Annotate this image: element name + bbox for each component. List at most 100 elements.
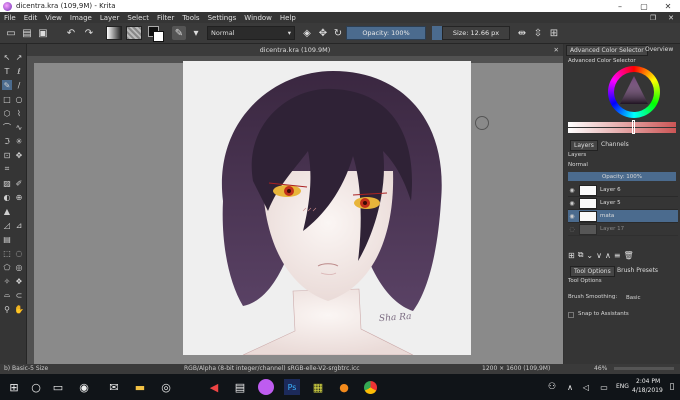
colorize-mask-icon[interactable]: ◐ [2,192,12,202]
notification-icon[interactable]: ▯ [664,379,680,395]
dynamic-brush-icon[interactable]: ℑ [2,136,12,146]
mail-icon[interactable]: ✉ [106,379,122,395]
move-down-icon[interactable]: ∨ [596,251,602,260]
add-layer-icon[interactable]: ⊞ [568,251,575,260]
gradient-selector[interactable] [106,26,122,40]
brush-dropdown-icon[interactable]: ▾ [189,26,203,40]
preserve-alpha-icon[interactable]: ✥ [316,26,330,40]
reference-images-icon[interactable]: ▤ [2,234,12,244]
color-history-bar-top[interactable] [568,122,676,127]
polygon-tool-icon[interactable]: ⬡ [2,108,12,118]
layer-opacity-slider[interactable]: Opacity: 100% [568,172,676,181]
move-up-icon[interactable]: ∧ [605,251,611,260]
assistant-tool-icon[interactable]: ◿ [2,220,12,230]
visibility-eye-icon[interactable]: ◉ [568,187,576,194]
layer-properties-icon[interactable]: ≡ [614,251,621,260]
windows-start-icon[interactable]: ⊞ [6,379,22,395]
color-picker-icon[interactable]: ✐ [14,178,24,188]
magnetic-selection-icon[interactable]: ⊂ [14,290,24,300]
duplicate-layer-icon[interactable]: ⧉ [578,250,584,260]
file-explorer-icon[interactable]: ▬ [132,379,148,395]
line-tool-icon[interactable]: / [14,80,24,90]
rect-selection-icon[interactable]: ⬚ [2,248,12,258]
input-language[interactable]: ENG [616,383,629,390]
wrap-around-icon[interactable]: ⊞ [547,26,561,40]
tray-chevron-up-icon[interactable]: ∧ [562,379,578,395]
bezier-selection-icon[interactable]: ⌓ [2,290,12,300]
undo-icon[interactable]: ↶ [64,26,78,40]
chrome-icon[interactable] [362,379,378,395]
calligraphy-icon[interactable]: ℓ [14,66,24,76]
layer-row[interactable]: ◉ Layer 5 [568,197,678,210]
search-icon[interactable]: ○ [28,379,44,395]
tab-layers[interactable]: Layers [570,140,598,151]
freehand-path-icon[interactable]: ∿ [14,122,24,132]
store-icon[interactable]: ◎ [158,379,174,395]
open-document-icon[interactable]: ▤ [20,26,34,40]
tab-advanced-color-selector[interactable]: Advanced Color Selector [566,45,648,56]
new-document-icon[interactable]: ▭ [4,26,18,40]
multibrush-icon[interactable]: ✳ [14,136,24,146]
mirror-vertical-icon[interactable]: ⇳ [531,26,545,40]
menu-tools[interactable]: Tools [178,14,203,22]
select-shapes-icon[interactable]: ↖ [2,52,12,62]
bezier-tool-icon[interactable]: ⌒ [2,122,12,132]
color-slider-handle[interactable] [632,120,635,134]
menu-layer[interactable]: Layer [96,14,124,22]
photoshop-icon[interactable]: Ps [284,379,300,395]
layer-blend-mode[interactable]: Normal [568,162,588,168]
saturation-triangle[interactable] [608,66,660,118]
reset-opacity-icon[interactable]: ↻ [331,26,345,40]
contiguous-selection-icon[interactable]: ✧ [2,276,12,286]
ellipse-selection-icon[interactable]: ◌ [14,248,24,258]
edit-shapes-icon[interactable]: ↗ [14,52,24,62]
close-window-button[interactable]: ✕ [656,2,680,11]
blend-mode-dropdown[interactable]: Normal ▾ [207,26,295,40]
text-tool-icon[interactable]: T [2,66,12,76]
network-icon[interactable]: ▭ [596,379,612,395]
menu-window[interactable]: Window [240,14,276,22]
brush-smoothing-dropdown[interactable]: Basic [626,293,674,302]
color-swap-icon[interactable] [148,26,164,42]
tab-tool-options[interactable]: Tool Options [570,266,615,277]
chevron-down-icon[interactable]: ⌄ [586,251,593,260]
visibility-eye-icon[interactable]: ◌ [568,226,576,233]
layer-row[interactable]: ◌ Layer 17 [568,223,678,236]
visibility-eye-icon[interactable]: ◉ [568,200,576,207]
task-view-icon[interactable]: ▭ [50,379,66,395]
notes-icon[interactable]: ▦ [310,379,326,395]
speaker-icon[interactable]: ◁ [578,379,594,395]
menu-view[interactable]: View [41,14,66,22]
tablet-icon[interactable]: ▤ [232,379,248,395]
menu-filter[interactable]: Filter [153,14,178,22]
freehand-selection-icon[interactable]: ◎ [14,262,24,272]
delete-layer-icon[interactable]: 🗑 [624,251,634,260]
erase-mode-icon[interactable]: ◈ [300,26,314,40]
zoom-slider[interactable] [614,367,674,370]
people-icon[interactable]: ⚇ [544,379,560,395]
media-app-icon[interactable]: ● [336,379,352,395]
zoom-tool-icon[interactable]: ⚲ [2,304,12,314]
krita-taskbar-icon[interactable] [258,379,274,395]
fill-tool-icon[interactable]: ▲ [2,206,12,216]
transform-tool-icon[interactable]: ⊡ [2,150,12,160]
hue-ring[interactable] [608,66,660,118]
restore-document-button[interactable]: ❐ [644,14,662,22]
close-document-button[interactable]: ✕ [662,14,680,22]
menu-file[interactable]: File [0,14,20,22]
freehand-brush-icon[interactable]: ✎ [2,80,12,90]
clock-date[interactable]: 4/18/2019 [632,387,663,394]
minimize-button[interactable]: – [608,2,632,11]
menu-edit[interactable]: Edit [20,14,42,22]
document-tab[interactable]: dicentra.kra (109.9M) ✕ [27,44,563,56]
menu-select[interactable]: Select [123,14,153,22]
media-player-icon[interactable]: ◀ [206,379,222,395]
pattern-selector[interactable] [126,26,142,40]
snap-to-assistants-checkbox[interactable] [568,312,574,318]
clock-time[interactable]: 2:04 PM [636,378,660,385]
layer-row[interactable]: ◉ Layer 6 [568,184,678,197]
size-slider[interactable]: Size: 12.66 px [442,26,510,40]
crop-tool-icon[interactable]: ⌗ [2,164,12,174]
similar-selection-icon[interactable]: ❖ [14,276,24,286]
menu-help[interactable]: Help [276,14,300,22]
